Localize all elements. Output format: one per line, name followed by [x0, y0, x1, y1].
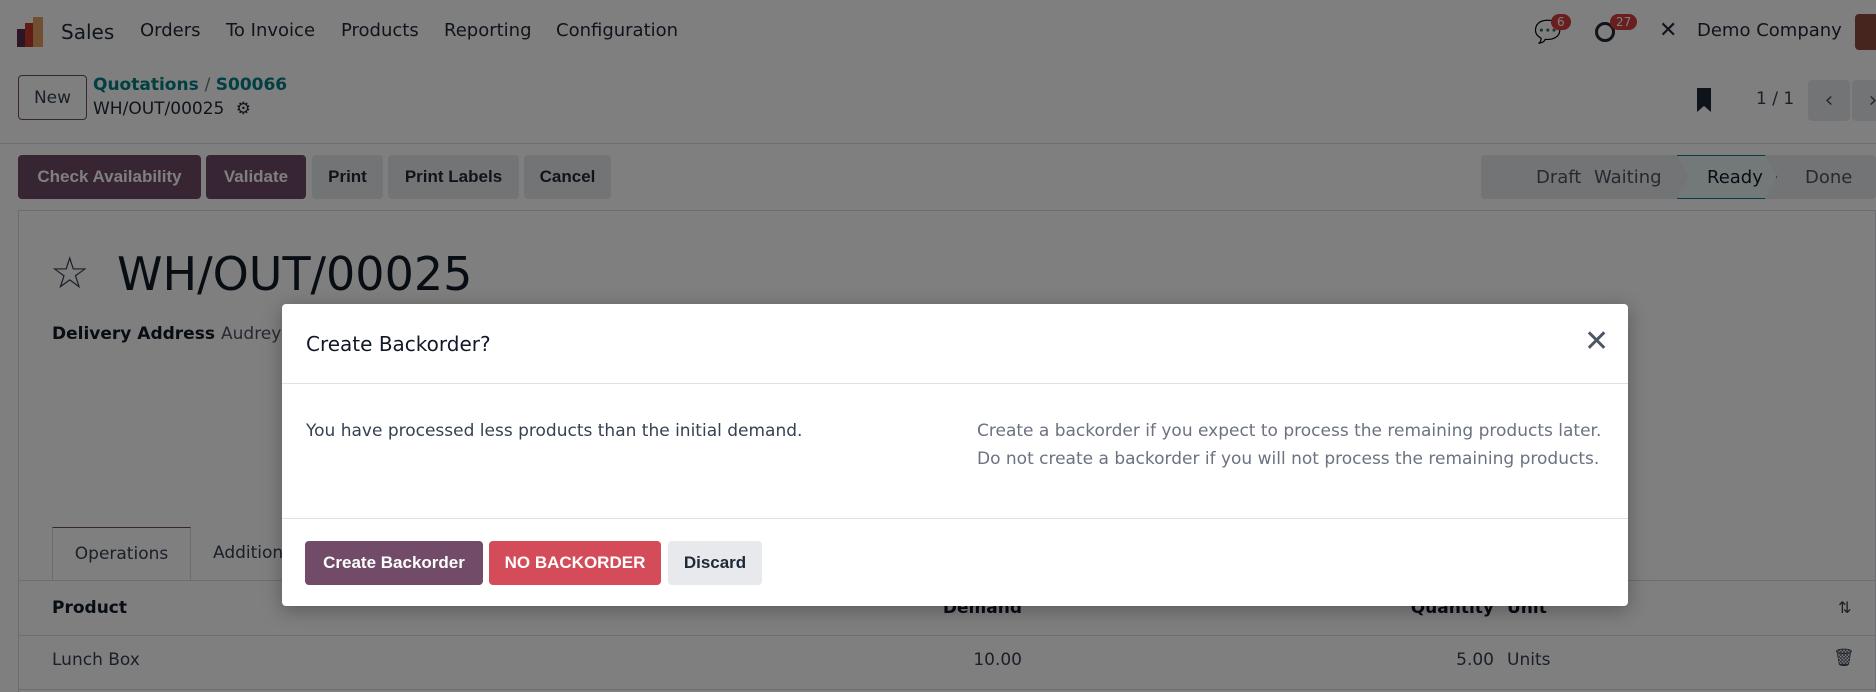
dialog-header-divider [282, 383, 1628, 384]
dialog-hint-1: Create a backorder if you expect to proc… [977, 421, 1602, 441]
no-backorder-button[interactable]: NO BACKORDER [489, 541, 661, 585]
create-backorder-button[interactable]: Create Backorder [305, 541, 483, 585]
discard-button[interactable]: Discard [668, 541, 762, 585]
dialog-hint-2: Do not create a backorder if you will no… [977, 449, 1600, 469]
create-backorder-dialog: Create Backorder? ✕ You have processed l… [282, 304, 1628, 606]
dialog-message: You have processed less products than th… [306, 421, 803, 441]
dialog-title: Create Backorder? [306, 332, 491, 356]
close-icon[interactable]: ✕ [1584, 324, 1609, 359]
dialog-footer-divider [282, 518, 1628, 519]
